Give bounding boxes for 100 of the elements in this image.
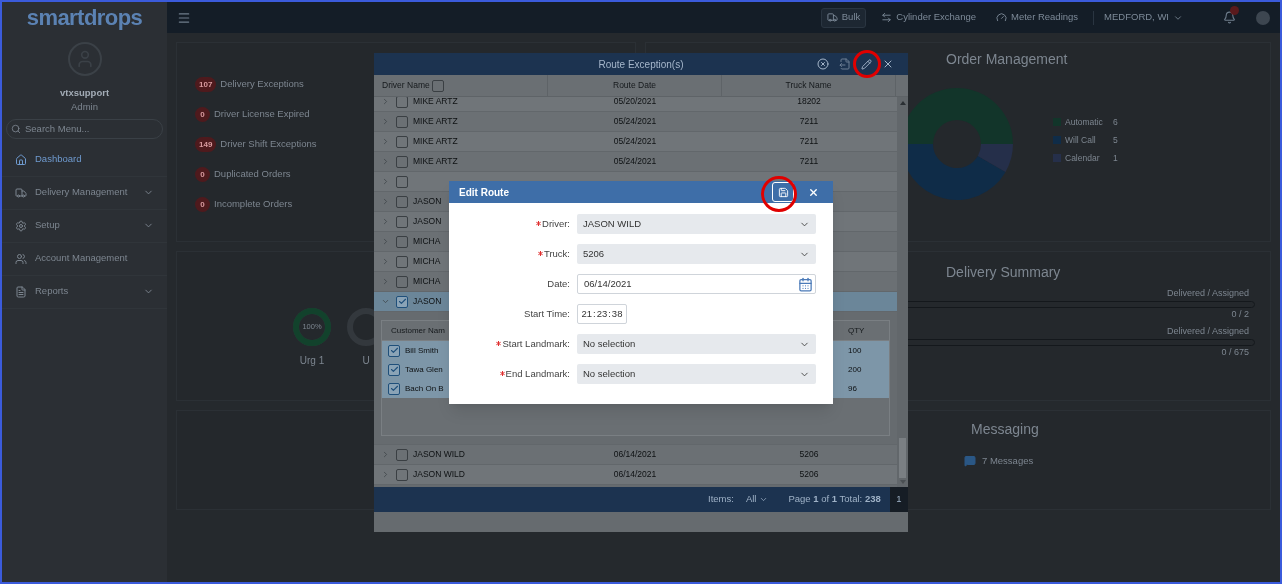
checkbox[interactable] xyxy=(396,235,408,248)
nav-item[interactable]: Reports xyxy=(2,275,167,309)
menu-icon[interactable] xyxy=(177,10,191,25)
arrows-icon xyxy=(881,12,893,23)
checkbox[interactable] xyxy=(396,97,408,108)
checkbox[interactable] xyxy=(396,135,408,148)
close-icon[interactable] xyxy=(808,186,819,198)
field-label: Truck: xyxy=(543,246,570,261)
table-cell: MIKE ARTZ xyxy=(413,135,458,148)
table-row[interactable]: MIKE ARTZ 05/24/2021 7211 xyxy=(374,152,897,172)
table-row[interactable]: JASON WILD 06/14/2021 5206 xyxy=(374,465,897,485)
close-icon[interactable] xyxy=(882,58,894,70)
column-header[interactable]: Route Date xyxy=(613,79,656,92)
bell-icon[interactable] xyxy=(1223,11,1236,24)
checkbox[interactable] xyxy=(396,215,408,228)
checkbox[interactable] xyxy=(396,448,408,461)
progress-reading: 0 / 675 xyxy=(1221,345,1250,359)
table-cell-text: 05/24/2021 xyxy=(612,135,658,148)
table-cell-text: 7211 xyxy=(798,155,820,168)
column-header[interactable]: Driver Name xyxy=(382,79,430,92)
dropdown[interactable]: 5206 xyxy=(577,244,816,264)
table-cell: 200 xyxy=(848,363,862,376)
count-badge: 149 xyxy=(195,137,217,152)
nav-item[interactable]: Delivery Management xyxy=(2,176,167,210)
table-cell-text: 05/24/2021 xyxy=(612,115,658,128)
table-row[interactable]: MIKE ARTZ 05/20/2021 18202 xyxy=(374,97,897,112)
date-field[interactable]: 06/14/2021 xyxy=(577,274,816,294)
checkbox[interactable] xyxy=(396,295,408,308)
checkbox[interactable] xyxy=(396,275,408,288)
edit-icon[interactable] xyxy=(861,58,872,70)
table-cell: Tawa Glen xyxy=(405,363,443,376)
table-row[interactable]: JASON WILD 06/14/2021 5206 xyxy=(374,445,897,465)
legend-label: Will Call xyxy=(1065,133,1097,147)
nav-item[interactable]: Dashboard xyxy=(2,143,167,177)
table-cell: MIKE ARTZ xyxy=(413,115,458,128)
dialog-title: Edit Route xyxy=(459,185,509,200)
column-header[interactable]: QTY xyxy=(848,324,865,337)
exception-link[interactable]: Driver License Expired xyxy=(214,107,310,122)
table-cell-text: 7211 xyxy=(798,135,820,148)
table-row[interactable]: MIKE ARTZ 05/24/2021 7211 xyxy=(374,112,897,132)
time-part[interactable]: 38 xyxy=(611,306,623,322)
triangle-up-icon[interactable] xyxy=(899,101,906,105)
page-number[interactable]: 1 xyxy=(890,487,908,512)
nav-item[interactable]: Account Management xyxy=(2,242,167,276)
caret-icon xyxy=(759,495,769,504)
legend-label: Automatic xyxy=(1065,116,1104,129)
table-row[interactable]: MIKE ARTZ 05/24/2021 7211 xyxy=(374,132,897,152)
gauge-label: U xyxy=(362,354,370,368)
shortcut-button[interactable]: Bulk xyxy=(820,7,867,28)
checkbox[interactable] xyxy=(396,175,408,188)
shortcut-button[interactable]: Meter Readings xyxy=(991,7,1084,28)
scrollbar-thumb[interactable] xyxy=(899,438,906,478)
scrollbar[interactable] xyxy=(897,97,908,487)
time-part[interactable]: 21 xyxy=(581,306,593,322)
field-label: End Landmark: xyxy=(505,366,570,381)
avatar-icon[interactable] xyxy=(1256,10,1270,25)
dropdown[interactable]: JASON WILD xyxy=(577,214,816,234)
calendar-icon[interactable] xyxy=(798,276,813,292)
table-cell: MIKE ARTZ xyxy=(413,155,458,168)
count-badge: 0 xyxy=(195,107,210,122)
clear-icon[interactable] xyxy=(817,58,829,70)
truck-icon xyxy=(15,186,27,199)
dropdown[interactable]: No selection xyxy=(577,334,816,354)
column-header[interactable]: Truck Name xyxy=(785,79,832,92)
exception-link[interactable]: Driver Shift Exceptions xyxy=(220,137,317,152)
shortcut-button[interactable]: Cylinder Exchange xyxy=(876,7,981,28)
checkbox[interactable] xyxy=(396,115,408,128)
location-dropdown[interactable]: MEDFORD, WI xyxy=(1104,10,1183,25)
column-header[interactable]: Customer Nam xyxy=(391,324,445,337)
checkbox[interactable] xyxy=(388,382,400,395)
home-icon xyxy=(15,153,27,166)
checkbox[interactable] xyxy=(396,255,408,268)
time-field[interactable]: 21:23:38 xyxy=(577,304,627,324)
logo[interactable]: smartdrops xyxy=(26,2,143,34)
checkbox[interactable] xyxy=(396,195,408,208)
search-field[interactable]: Search Menu... xyxy=(6,118,163,139)
checkbox[interactable] xyxy=(396,155,408,168)
dropdown[interactable]: No selection xyxy=(577,364,816,384)
table-cell-text: 05/20/2021 xyxy=(612,97,658,108)
chat-icon xyxy=(964,455,976,468)
nav-item[interactable]: Setup xyxy=(2,209,167,243)
messages-link[interactable]: 7 Messages xyxy=(982,454,1034,469)
highlight-ring xyxy=(853,50,881,78)
card-title: Delivery Summary xyxy=(946,263,1061,282)
checkbox[interactable] xyxy=(388,363,400,376)
time-part[interactable]: 23 xyxy=(596,306,608,322)
table-cell: MICHA xyxy=(413,275,441,288)
count-badge: 0 xyxy=(195,197,210,212)
export-icon[interactable] xyxy=(839,58,851,70)
items-dropdown[interactable]: All xyxy=(745,492,769,507)
checkbox[interactable] xyxy=(396,468,408,481)
checkbox[interactable] xyxy=(388,344,400,357)
field-label: Start Landmark: xyxy=(502,336,570,351)
table-cell-text: 5206 xyxy=(798,448,820,461)
exception-link[interactable]: Duplicated Orders xyxy=(214,167,291,182)
exception-link[interactable]: Incomplete Orders xyxy=(214,197,293,212)
card-title: Order Management xyxy=(946,50,1068,69)
checkbox[interactable] xyxy=(431,79,444,92)
legend-value: 1 xyxy=(1113,151,1118,165)
exception-link[interactable]: Delivery Exceptions xyxy=(220,77,304,92)
